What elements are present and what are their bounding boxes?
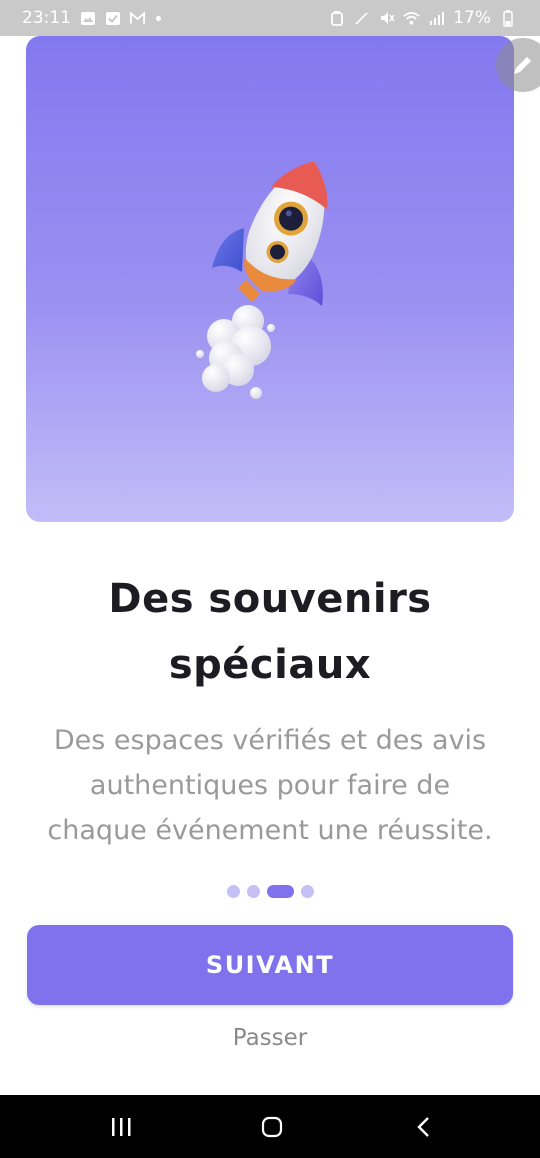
hero-card: [26, 36, 514, 522]
pencil-icon: [514, 57, 531, 74]
rocket-illustration: [196, 161, 328, 399]
smoke-puffs: [196, 305, 275, 399]
status-bar: 23:11 17%: [0, 0, 540, 36]
title-line-1: Des souvenirs: [108, 576, 432, 622]
status-right: 17%: [328, 8, 516, 28]
recents-icon: [112, 1117, 131, 1136]
gmail-icon: [129, 10, 146, 27]
description-line-3: chaque événement une réussite.: [47, 815, 493, 846]
description-line-2: authentiques pour faire de: [89, 770, 451, 801]
back-icon: [417, 1116, 429, 1137]
home-button[interactable]: [232, 1095, 312, 1158]
page-title: Des souvenirs spéciaux: [40, 566, 500, 698]
status-left: 23:11: [22, 8, 161, 28]
back-button[interactable]: [384, 1095, 464, 1158]
system-nav-bar: [0, 1095, 540, 1158]
wifi-icon: [403, 10, 420, 27]
page-dot-2[interactable]: [246, 884, 260, 898]
page-indicator: [0, 884, 540, 898]
image-icon: [79, 10, 96, 27]
title-line-2: spéciaux: [168, 642, 372, 688]
description-line-1: Des espaces vérifiés et des avis: [53, 725, 487, 756]
page-dot-3-active[interactable]: [266, 884, 294, 898]
signal-icon: [428, 10, 445, 27]
skip-link[interactable]: Passer: [0, 1020, 540, 1056]
alarm-icon: [328, 10, 345, 27]
mute-icon: [378, 10, 395, 27]
page-dot-1[interactable]: [226, 884, 240, 898]
recents-button[interactable]: [81, 1095, 161, 1158]
battery-percentage: 17%: [453, 8, 491, 28]
page-description: Des espaces vérifiés et des avis authent…: [14, 718, 526, 853]
page-dot-4[interactable]: [300, 884, 314, 898]
home-icon: [261, 1116, 283, 1137]
status-time: 23:11: [22, 8, 71, 28]
checkbox-icon: [104, 10, 121, 27]
next-button[interactable]: SUIVANT: [27, 925, 513, 1005]
pen-icon: [353, 10, 370, 27]
dot-icon: [156, 15, 161, 21]
battery-icon: [499, 9, 516, 27]
